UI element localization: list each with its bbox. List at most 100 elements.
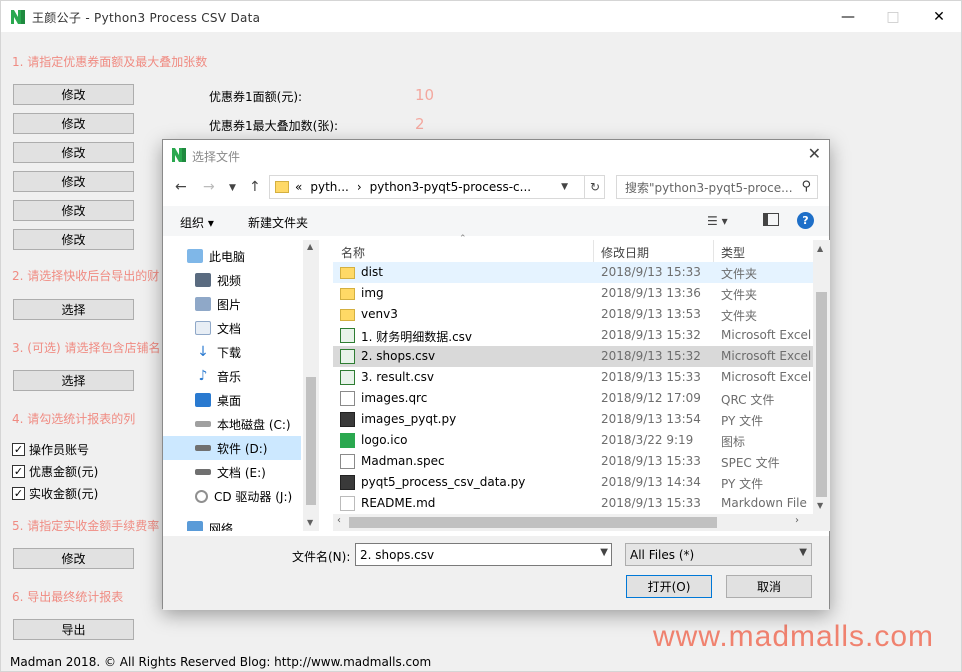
scroll-left-icon[interactable]: ‹ [337, 515, 341, 526]
open-button[interactable]: 打开(O) [626, 575, 712, 598]
close-button[interactable]: ✕ [916, 1, 962, 32]
download-arrow-icon: ↓ [197, 344, 209, 360]
checkbox-icon[interactable]: ✓ [12, 443, 25, 456]
edit-button-6[interactable]: 修改 [13, 229, 134, 250]
excel-icon [340, 349, 355, 364]
nav-label: 音乐 [217, 369, 242, 384]
breadcrumb-current[interactable]: python3-pyqt5-process-c... [370, 180, 531, 194]
scroll-down-icon[interactable]: ▼ [817, 501, 823, 510]
filter-dropdown-icon[interactable]: ▼ [799, 547, 807, 558]
nav-item-videos[interactable]: 视频 [163, 268, 301, 292]
back-arrow-icon[interactable]: ← [175, 179, 187, 195]
edit-button-1[interactable]: 修改 [13, 84, 134, 105]
edit-button-3[interactable]: 修改 [13, 142, 134, 163]
column-separator[interactable] [593, 240, 594, 262]
nav-item-drive-d[interactable]: 软件 (D:) [163, 436, 301, 460]
column-separator[interactable] [713, 240, 714, 262]
export-button[interactable]: 导出 [13, 619, 134, 640]
scroll-right-icon[interactable]: › [795, 515, 799, 526]
column-header-date[interactable]: 修改日期 [601, 244, 649, 261]
file-type: Markdown File [721, 496, 807, 510]
file-row[interactable]: venv3 2018/9/13 13:53 文件夹 [333, 304, 813, 325]
file-row[interactable]: 1. 财务明细数据.csv 2018/9/13 15:32 Microsoft Ex… [333, 325, 813, 346]
column-checkbox-discount[interactable]: ✓ 优惠金额(元) [12, 463, 98, 480]
nav-label: 文档 [217, 321, 242, 336]
file-list-vertical-scrollbar[interactable]: ▲ ▼ [813, 240, 830, 514]
column-checkbox-received[interactable]: ✓ 实收金额(元) [12, 485, 98, 502]
nav-label: 桌面 [217, 393, 242, 408]
select-finance-button[interactable]: 选择 [13, 299, 134, 320]
scroll-up-icon[interactable]: ▲ [817, 244, 823, 253]
nav-item-network[interactable]: 网络 [163, 516, 301, 531]
nav-item-desktop[interactable]: 桌面 [163, 388, 301, 412]
edit-button-4[interactable]: 修改 [13, 171, 134, 192]
preview-pane-icon[interactable] [763, 213, 779, 226]
forward-arrow-icon[interactable]: → [203, 179, 215, 195]
nav-item-music[interactable]: ♪ 音乐 [163, 364, 301, 388]
dialog-close-icon[interactable]: ✕ [808, 144, 821, 163]
column-checkbox-operator[interactable]: ✓ 操作员账号 [12, 441, 89, 458]
file-date: 2018/9/13 13:36 [601, 286, 701, 300]
filename-dropdown-icon[interactable]: ▼ [600, 547, 608, 558]
scroll-down-icon[interactable]: ▼ [307, 518, 313, 527]
edit-fee-button[interactable]: 修改 [13, 548, 134, 569]
file-row[interactable]: images.qrc 2018/9/12 17:09 QRC 文件 [333, 388, 813, 409]
filename-label: 文件名(N): [292, 550, 351, 564]
search-icon[interactable]: ⚲ [801, 179, 811, 194]
nav-scroll-thumb[interactable] [306, 377, 316, 505]
breadcrumb-overflow[interactable]: « [295, 180, 302, 194]
file-date: 2018/9/13 15:33 [601, 370, 701, 384]
breadcrumb-parent[interactable]: pyth... [310, 180, 348, 194]
address-dropdown-icon[interactable]: ▼ [561, 182, 568, 192]
file-date: 2018/9/13 13:54 [601, 412, 701, 426]
file-row[interactable]: dist 2018/9/13 15:33 文件夹 [333, 262, 813, 283]
help-icon[interactable]: ? [797, 212, 814, 229]
file-row[interactable]: images_pyqt.py 2018/9/13 13:54 PY 文件 [333, 409, 813, 430]
file-row[interactable]: README.md 2018/9/13 15:33 Markdown File [333, 493, 813, 514]
file-row[interactable]: Madman.spec 2018/9/13 15:33 SPEC 文件 [333, 451, 813, 472]
nav-item-documents[interactable]: 文档 [163, 316, 301, 340]
nav-label: 下载 [217, 345, 242, 360]
file-row[interactable]: logo.ico 2018/3/22 9:19 图标 [333, 430, 813, 451]
maximize-button[interactable]: □ [870, 1, 916, 32]
file-row[interactable]: img 2018/9/13 13:36 文件夹 [333, 283, 813, 304]
view-options-icon[interactable]: ☰ ▾ [707, 214, 728, 228]
nav-item-drive-c[interactable]: 本地磁盘 (C:) [163, 412, 301, 436]
checkbox-icon[interactable]: ✓ [12, 487, 25, 500]
file-row[interactable]: 3. result.csv 2018/9/13 15:33 Microsoft Ex… [333, 367, 813, 388]
file-row[interactable]: pyqt5_process_csv_data.py 2018/9/13 14:34… [333, 472, 813, 493]
file-list-scroll-thumb[interactable] [816, 292, 827, 497]
file-row[interactable]: 2. shops.csv 2018/9/13 15:32 Microsoft Exc… [333, 346, 813, 367]
nav-item-this-pc[interactable]: 此电脑 [163, 244, 301, 268]
edit-button-2[interactable]: 修改 [13, 113, 134, 134]
nav-scrollbar[interactable]: ▲ ▼ [303, 240, 319, 531]
new-folder-button[interactable]: 新建文件夹 [248, 214, 308, 231]
organize-menu[interactable]: 组织 ▾ [180, 214, 214, 231]
nav-item-cd-drive[interactable]: CD 驱动器 (J:) [163, 484, 301, 508]
nav-item-pictures[interactable]: 图片 [163, 292, 301, 316]
file-name: img [361, 286, 384, 300]
file-list-horizontal-scrollbar[interactable]: ‹ › [333, 514, 830, 531]
file-type-filter[interactable]: All Files (*) ▼ [625, 543, 812, 566]
address-bar[interactable]: « pyth... › python3-pyqt5-process-c... ▼ [269, 175, 605, 199]
edit-button-5[interactable]: 修改 [13, 200, 134, 221]
document-icon [195, 321, 211, 335]
cancel-button[interactable]: 取消 [726, 575, 812, 598]
search-input[interactable]: 搜索"python3-pyqt5-proce... ⚲ [616, 175, 818, 199]
nav-item-drive-e[interactable]: 文档 (E:) [163, 460, 301, 484]
file-list-hscroll-thumb[interactable] [349, 517, 717, 528]
minimize-button[interactable]: — [825, 1, 871, 32]
column-header-type[interactable]: 类型 [721, 244, 745, 261]
file-date: 2018/9/13 15:32 [601, 328, 701, 342]
column-header-name[interactable]: 名称 [341, 244, 365, 261]
nav-item-downloads[interactable]: ↓ 下载 [163, 340, 301, 364]
scroll-up-icon[interactable]: ▲ [307, 242, 313, 251]
up-arrow-icon[interactable]: ↑ [249, 179, 261, 195]
filename-input[interactable]: 2. shops.csv ▼ [355, 543, 612, 566]
refresh-icon[interactable]: ↻ [584, 175, 605, 199]
select-shops-button[interactable]: 选择 [13, 370, 134, 391]
checkbox-label: 实收金额(元) [29, 487, 99, 501]
recent-locations-chevron-icon[interactable]: ▼ [229, 183, 236, 193]
checkbox-icon[interactable]: ✓ [12, 465, 25, 478]
breadcrumb-separator[interactable]: › [357, 180, 362, 194]
